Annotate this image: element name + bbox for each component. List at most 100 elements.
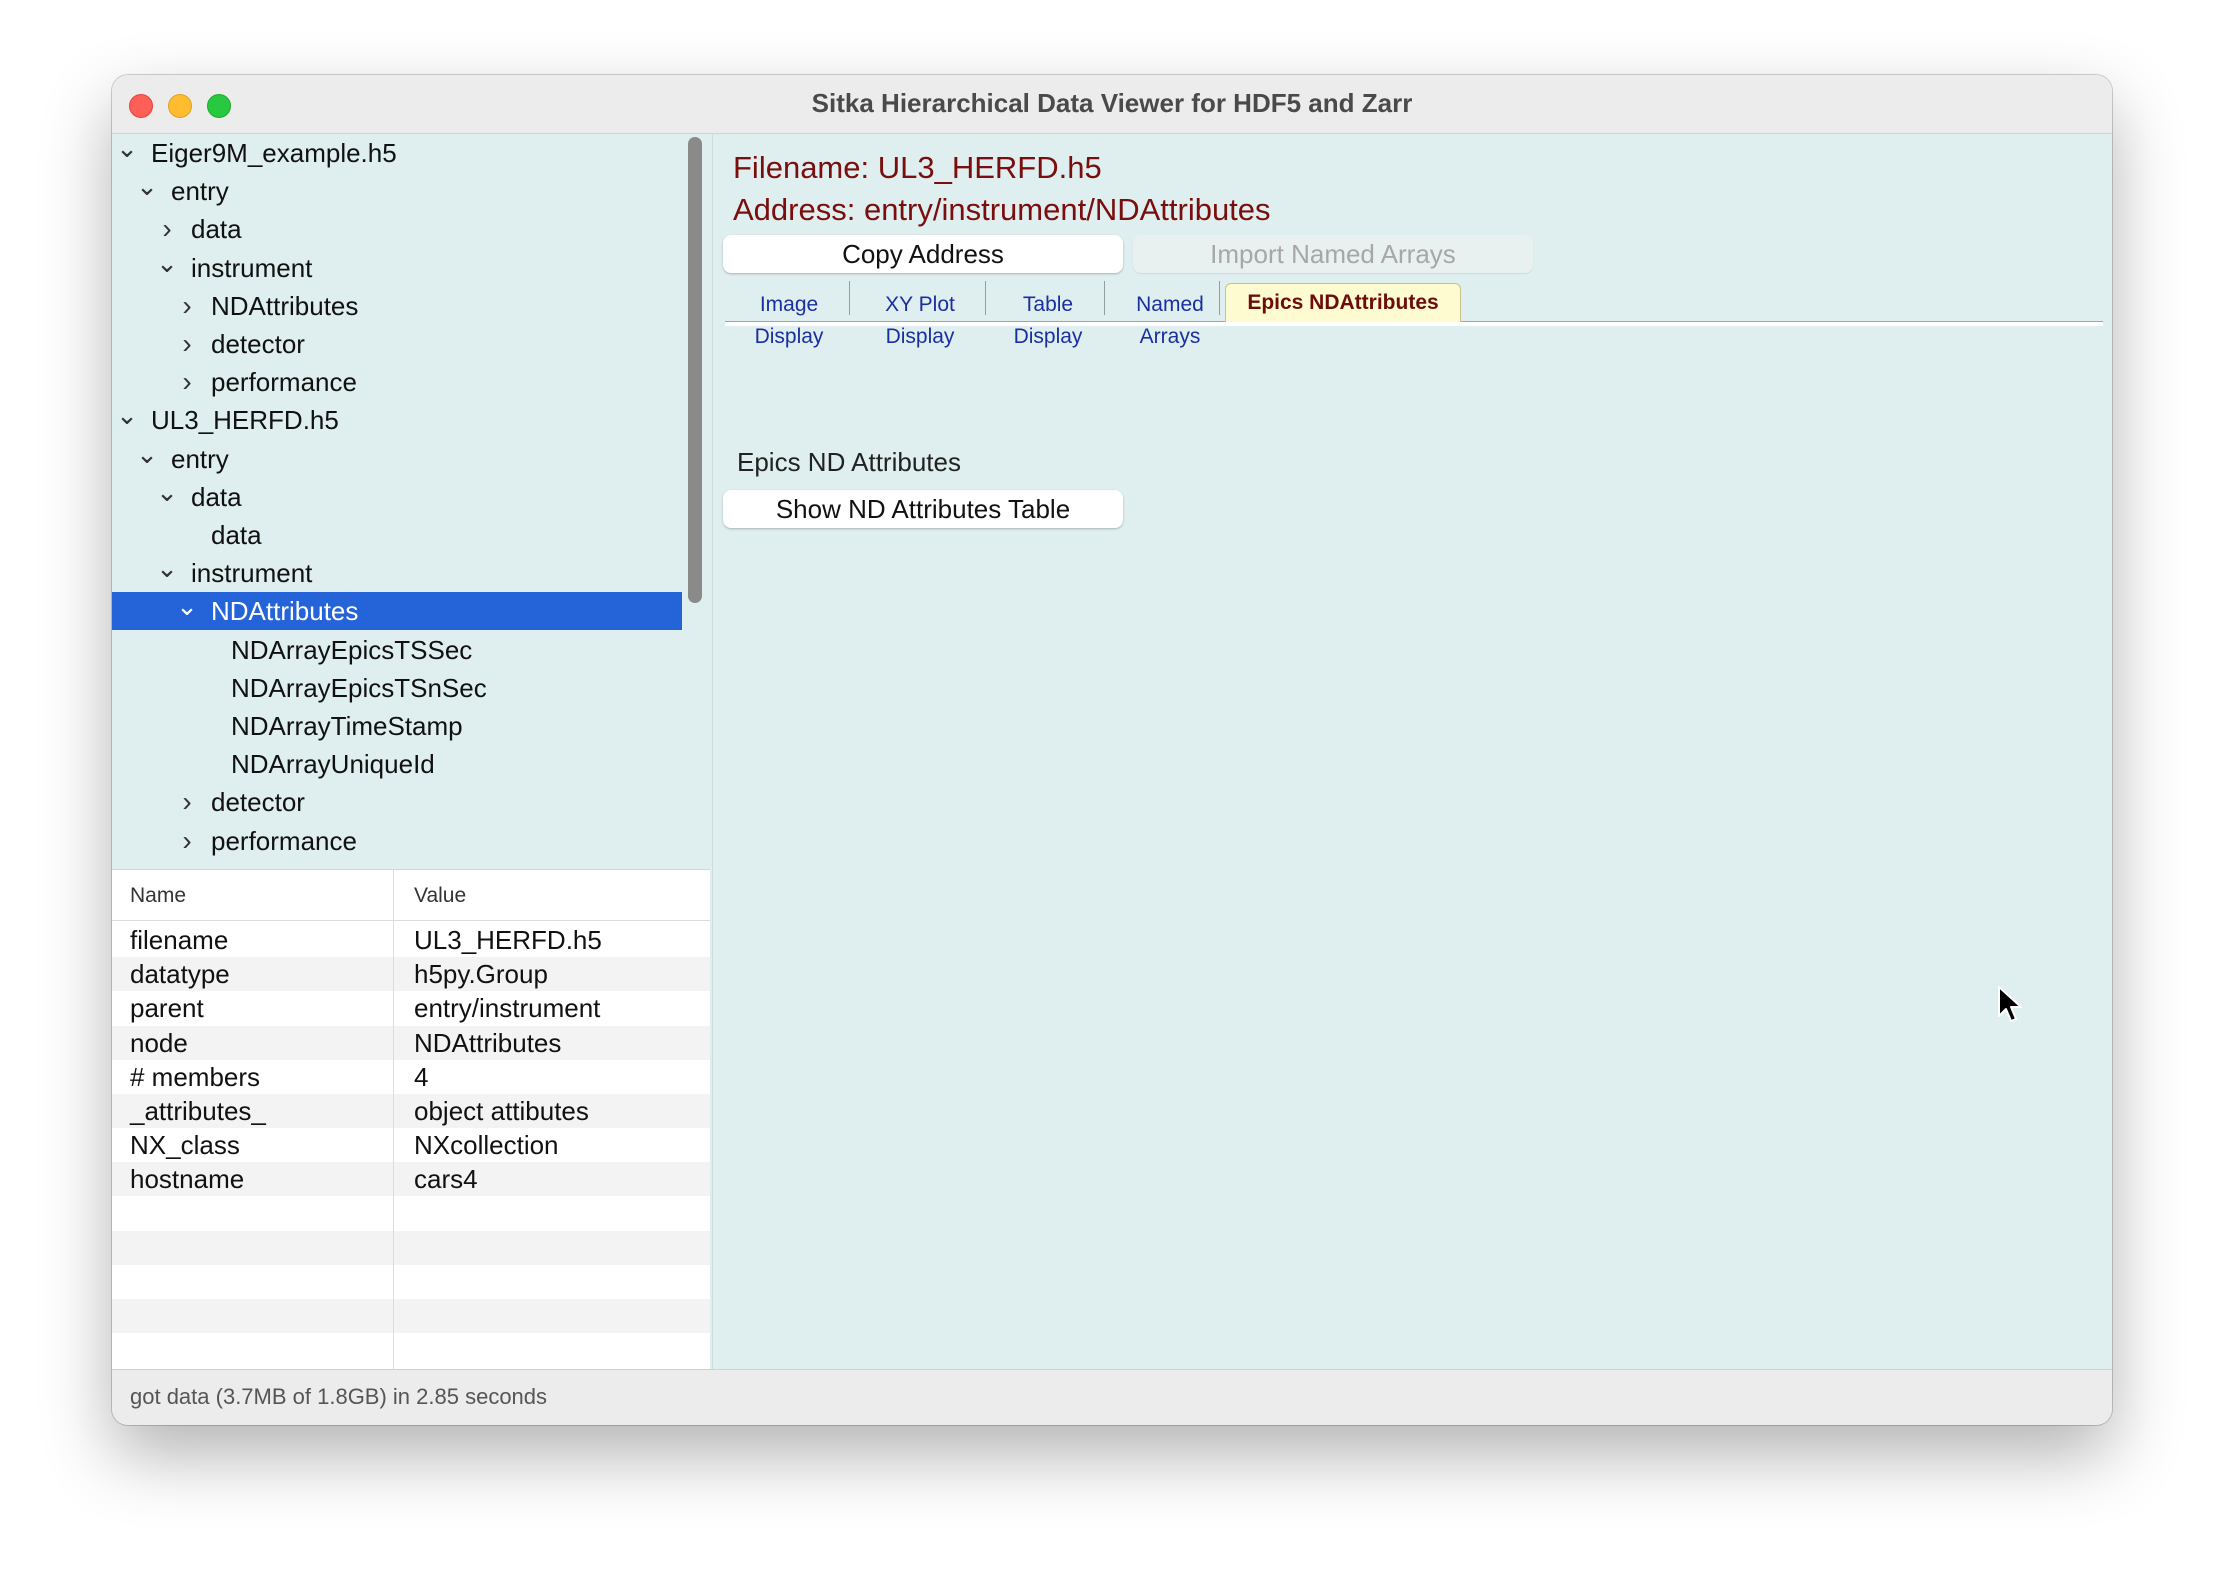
tab-xy-plot-display[interactable]: XY Plot Display: [855, 289, 985, 348]
tree-item[interactable]: › detector: [112, 783, 682, 821]
table-row[interactable]: hostname cars4: [112, 1162, 710, 1197]
copy-address-button[interactable]: Copy Address: [723, 235, 1123, 273]
tree-item[interactable]: NDArrayUniqueId: [112, 745, 682, 783]
tree-item-label: NDArrayEpicsTSSec: [231, 634, 473, 665]
tab-image-display[interactable]: Image Display: [729, 289, 849, 348]
tree-item[interactable]: data: [112, 516, 682, 554]
attribute-name: _attributes_: [130, 1096, 266, 1126]
status-text: got data (3.7MB of 1.8GB) in 2.85 second…: [130, 1384, 548, 1409]
attribute-name: node: [130, 1027, 188, 1058]
table-row[interactable]: [112, 1333, 710, 1367]
tree-item-label: instrument: [191, 252, 313, 283]
status-bar: got data (3.7MB of 1.8GB) in 2.85 second…: [112, 1369, 2112, 1425]
tree-item[interactable]: › data: [112, 210, 682, 248]
tree-item-label: performance: [211, 825, 357, 856]
tab-separator: [1104, 281, 1105, 315]
table-row[interactable]: [112, 1230, 710, 1265]
chevron-down-icon[interactable]: ⌄: [116, 401, 138, 439]
attribute-value: 4: [414, 1061, 429, 1092]
table-row[interactable]: filename UL3_HERFD.h5: [112, 923, 710, 957]
tree-item-label: Eiger9M_example.h5: [151, 138, 397, 168]
chevron-down-icon[interactable]: ⌄: [136, 172, 158, 210]
tree-item[interactable]: NDArrayEpicsTSnSec: [112, 669, 682, 707]
column-divider[interactable]: [393, 870, 394, 1370]
chevron-right-icon[interactable]: ›: [176, 287, 198, 325]
attribute-value: h5py.Group: [414, 959, 548, 990]
table-row[interactable]: datatype h5py.Group: [112, 957, 710, 992]
chevron-down-icon[interactable]: ⌄: [156, 478, 178, 516]
title-bar[interactable]: Sitka Hierarchical Data Viewer for HDF5 …: [112, 75, 2112, 134]
tree-item[interactable]: › performance: [112, 822, 682, 860]
tree-item-label: detector: [211, 329, 305, 359]
chevron-down-icon[interactable]: ⌄: [116, 134, 138, 172]
attributes-table-header: Name Value: [112, 870, 710, 921]
mouse-pointer-icon: [1998, 986, 2022, 1022]
filename-label: Filename: UL3_HERFD.h5: [733, 150, 1102, 185]
table-row[interactable]: # members 4: [112, 1060, 710, 1094]
chevron-right-icon[interactable]: ›: [156, 210, 178, 248]
address-label: Address: entry/instrument/NDAttributes: [733, 192, 1271, 227]
attribute-value: entry/instrument: [414, 993, 601, 1024]
tree-item[interactable]: NDArrayEpicsTSSec: [112, 631, 682, 669]
attribute-value: UL3_HERFD.h5: [414, 925, 602, 955]
tree-item[interactable]: ⌄ instrument: [112, 554, 682, 592]
chevron-right-icon[interactable]: ›: [176, 325, 198, 363]
column-header-value[interactable]: Value: [414, 884, 466, 908]
tree-item[interactable]: ⌄ entry: [112, 172, 682, 210]
tree-item[interactable]: › detector: [112, 325, 682, 363]
tree-item-label: NDArrayUniqueId: [231, 749, 435, 780]
tree-item[interactable]: › NDAttributes: [112, 287, 682, 325]
attribute-value: object attibutes: [414, 1096, 589, 1126]
tree-item[interactable]: ⌄ NDAttributes: [112, 592, 682, 631]
table-row[interactable]: [112, 1197, 710, 1231]
attribute-name: # members: [130, 1061, 261, 1092]
tree-item-label: UL3_HERFD.h5: [151, 405, 339, 436]
table-row[interactable]: _attributes_ object attibutes: [112, 1094, 710, 1128]
chevron-right-icon[interactable]: ›: [176, 822, 198, 860]
chevron-down-icon[interactable]: ⌄: [156, 554, 178, 592]
column-header-name[interactable]: Name: [130, 884, 186, 908]
file-tree[interactable]: ⌄ Eiger9M_example.h5 ⌄ entry › data ⌄ instrumen…: [112, 134, 682, 869]
tree-scrollbar-thumb[interactable]: [688, 137, 702, 603]
import-named-arrays-button[interactable]: Import Named Arrays: [1133, 235, 1533, 273]
tab-separator: [1219, 281, 1220, 315]
tree-item[interactable]: ⌄ Eiger9M_example.h5: [112, 134, 682, 172]
tree-item[interactable]: ⌄ instrument: [112, 249, 682, 287]
tree-item-label: instrument: [191, 558, 313, 589]
tree-item-label: NDAttributes: [211, 290, 359, 321]
tab-table-display[interactable]: Table Display: [991, 289, 1105, 348]
tree-item[interactable]: NDArrayTimeStamp: [112, 707, 682, 745]
attribute-value: NXcollection: [414, 1130, 559, 1161]
tab-named-arrays[interactable]: Named Arrays: [1110, 289, 1230, 348]
attribute-name: hostname: [130, 1164, 245, 1195]
tree-item-label: detector: [211, 787, 305, 818]
attribute-name: filename: [130, 925, 229, 955]
table-row[interactable]: [112, 1265, 710, 1299]
tree-item-label: NDArrayTimeStamp: [231, 711, 463, 741]
chevron-down-icon[interactable]: ⌄: [176, 592, 198, 630]
chevron-right-icon[interactable]: ›: [176, 783, 198, 821]
tree-item[interactable]: ⌄ entry: [112, 440, 682, 478]
tab-separator: [985, 281, 986, 315]
tree-item-label: NDArrayEpicsTSnSec: [231, 672, 487, 703]
tree-item[interactable]: › performance: [112, 363, 682, 401]
tree-item[interactable]: ⌄ data: [112, 478, 682, 516]
tree-item-label: performance: [211, 367, 357, 398]
detail-pane: Filename: UL3_HERFD.h5 Address: entry/in…: [712, 134, 2112, 1369]
chevron-right-icon[interactable]: ›: [176, 363, 198, 401]
show-nd-attributes-table-button[interactable]: Show ND Attributes Table: [723, 490, 1123, 528]
tree-item[interactable]: ⌄ UL3_HERFD.h5: [112, 401, 682, 439]
window-title: Sitka Hierarchical Data Viewer for HDF5 …: [811, 88, 1413, 118]
table-row[interactable]: parent entry/instrument: [112, 991, 710, 1025]
chevron-down-icon[interactable]: ⌄: [136, 440, 158, 478]
attributes-table: Name Value filename UL3_HERFD.h5 datatype h…: [112, 869, 710, 1370]
table-row[interactable]: [112, 1299, 710, 1334]
tab-epics-ndattributes[interactable]: Epics NDAttributes: [1225, 283, 1461, 322]
chevron-down-icon[interactable]: ⌄: [156, 249, 178, 287]
tree-item-label: data: [191, 481, 242, 512]
tree-item-label: data: [191, 214, 242, 245]
table-row[interactable]: NX_class NXcollection: [112, 1128, 710, 1162]
tree-item-label: entry: [171, 443, 229, 474]
table-row[interactable]: node NDAttributes: [112, 1025, 710, 1060]
tree-item-label: NDAttributes: [211, 596, 359, 627]
